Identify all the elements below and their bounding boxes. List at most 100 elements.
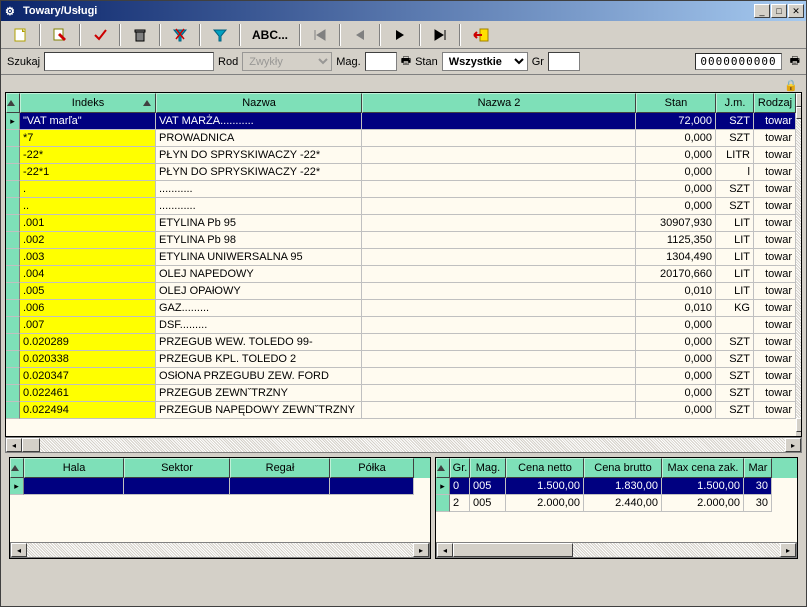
row-header[interactable] <box>6 113 20 130</box>
col-header-stan[interactable]: Stan <box>636 93 716 113</box>
table-row[interactable]: 0.020289PRZEGUB WEW. TOLEDO 99-0,000SZTt… <box>6 334 796 351</box>
loc-header-regal[interactable]: Regał <box>230 458 330 478</box>
row-header[interactable] <box>6 147 20 164</box>
table-row[interactable]: 0.020338PRZEGUB KPL. TOLEDO 20,000SZTtow… <box>6 351 796 368</box>
col-header-rodzaj[interactable]: Rodzaj <box>754 93 796 113</box>
prev-button[interactable] <box>347 23 373 47</box>
row-header[interactable] <box>6 164 20 181</box>
filter-button[interactable] <box>207 23 233 47</box>
new-button[interactable] <box>7 23 33 47</box>
cell-nazwa: ETYLINA Pb 98 <box>156 232 362 249</box>
row-header[interactable] <box>6 351 20 368</box>
row-header[interactable] <box>6 317 20 334</box>
price-header-gr[interactable]: Gr. <box>450 458 470 478</box>
cell-max: 1.500,00 <box>662 478 744 495</box>
row-header[interactable] <box>6 249 20 266</box>
cell-nazwa2 <box>362 113 636 130</box>
row-header[interactable] <box>6 130 20 147</box>
location-grid-body[interactable] <box>10 478 430 542</box>
maximize-button[interactable]: □ <box>771 4 787 18</box>
szukaj-input[interactable] <box>44 52 214 71</box>
delete-button[interactable] <box>127 23 153 47</box>
price-grid-body[interactable]: 00051.500,001.830,001.500,003020052.000,… <box>436 478 797 542</box>
row-header[interactable] <box>6 266 20 283</box>
row-header[interactable] <box>6 300 20 317</box>
gr-label: Gr <box>532 56 544 68</box>
price-header-mag[interactable]: Mag. <box>470 458 506 478</box>
table-row[interactable]: .004OLEJ NAPEDOWY20170,660LITtowar <box>6 266 796 283</box>
cell-rodzaj: towar <box>754 300 796 317</box>
gr-input[interactable] <box>548 52 580 71</box>
table-row[interactable]: .007DSF.........0,000towar <box>6 317 796 334</box>
lock-icon[interactable]: 🔒 <box>784 79 798 92</box>
row-header[interactable] <box>6 334 20 351</box>
row-header[interactable] <box>436 495 450 512</box>
cell-stan: 0,000 <box>636 351 716 368</box>
confirm-button[interactable] <box>87 23 113 47</box>
row-header[interactable] <box>436 478 450 495</box>
loc-header-sektor[interactable]: Sektor <box>124 458 230 478</box>
table-row[interactable]: "VAT marľa"VAT MARŻA...........72,000SZT… <box>6 113 796 130</box>
price-selector-header[interactable] <box>436 458 450 478</box>
edit-button[interactable] <box>47 23 73 47</box>
row-header[interactable] <box>10 478 24 495</box>
first-button[interactable] <box>307 23 333 47</box>
loc-header-hala[interactable]: Hala <box>24 458 124 478</box>
filter-off-button[interactable] <box>167 23 193 47</box>
col-header-nazwa2[interactable]: Nazwa 2 <box>362 93 636 113</box>
table-row[interactable]: 0.022494PRZEGUB NAPĘDOWY ZEWNˇTRZNY0,000… <box>6 402 796 419</box>
loc-hscrollbar[interactable]: ◂▸ <box>10 542 430 558</box>
row-header[interactable] <box>6 283 20 300</box>
table-row[interactable]: 0.022461PRZEGUB ZEWNˇTRZNY0,000SZTtowar <box>6 385 796 402</box>
table-row[interactable]: .001ETYLINA Pb 9530907,930LITtowar <box>6 215 796 232</box>
row-header[interactable] <box>6 181 20 198</box>
row-selector-header[interactable] <box>6 93 20 113</box>
loc-selector-header[interactable] <box>10 458 24 478</box>
price-hscrollbar[interactable]: ◂▸ <box>436 542 797 558</box>
table-row[interactable]: -22*PŁYN DO SPRYSKIWACZY -22*0,000LITRto… <box>6 147 796 164</box>
table-row[interactable]: .002ETYLINA Pb 981125,350LITtowar <box>6 232 796 249</box>
print-icon[interactable]: 🖶 <box>790 52 800 71</box>
hscrollbar[interactable]: ◂ ▸ <box>5 437 802 453</box>
row-header[interactable] <box>6 402 20 419</box>
price-row[interactable]: 00051.500,001.830,001.500,0030 <box>436 478 797 495</box>
cell-rodzaj: towar <box>754 147 796 164</box>
last-button[interactable] <box>427 23 453 47</box>
row-header[interactable] <box>6 385 20 402</box>
table-row[interactable]: ............0,000SZTtowar <box>6 181 796 198</box>
loc-header-polka[interactable]: Półka <box>330 458 414 478</box>
table-row[interactable]: .003ETYLINA UNIWERSALNA 951304,490LITtow… <box>6 249 796 266</box>
main-grid-body[interactable]: "VAT marľa"VAT MARŻA...........72,000SZT… <box>6 113 796 436</box>
table-row[interactable]: 0.020347OSłONA PRZEGUBU ZEW. FORD0,000SZ… <box>6 368 796 385</box>
stan-select[interactable]: Wszystkie <box>442 52 528 71</box>
row-header[interactable] <box>6 215 20 232</box>
table-row[interactable]: .005OLEJ OPAłOWY0,010LITtowar <box>6 283 796 300</box>
row-header[interactable] <box>6 232 20 249</box>
price-header-netto[interactable]: Cena netto <box>506 458 584 478</box>
price-header-max[interactable]: Max cena zak. <box>662 458 744 478</box>
col-header-nazwa[interactable]: Nazwa <box>156 93 362 113</box>
next-button[interactable] <box>387 23 413 47</box>
table-row[interactable]: -22*1PŁYN DO SPRYSKIWACZY -22*0,000ltowa… <box>6 164 796 181</box>
price-header-marz[interactable]: Mar <box>744 458 772 478</box>
row-header[interactable] <box>6 198 20 215</box>
col-header-indeks[interactable]: Indeks <box>20 93 156 113</box>
col-header-jm[interactable]: J.m. <box>716 93 754 113</box>
cell-stan: 0,010 <box>636 300 716 317</box>
table-row[interactable]: .006GAZ.........0,010KGtowar <box>6 300 796 317</box>
minimize-button[interactable]: _ <box>754 4 770 18</box>
row-header[interactable] <box>6 368 20 385</box>
cell-rodzaj: towar <box>754 283 796 300</box>
cell-stan: 0,000 <box>636 334 716 351</box>
close-button[interactable]: ✕ <box>788 4 804 18</box>
mag-input[interactable] <box>365 52 397 71</box>
exit-button[interactable] <box>467 23 495 47</box>
price-header-brutto[interactable]: Cena brutto <box>584 458 662 478</box>
price-row[interactable]: 20052.000,002.440,002.000,0030 <box>436 495 797 512</box>
table-row[interactable]: *7PROWADNICA0,000SZTtowar <box>6 130 796 147</box>
loc-row[interactable] <box>10 478 430 495</box>
vscrollbar[interactable]: ▴ ▾ <box>796 93 801 436</box>
table-row[interactable]: ..............0,000SZTtowar <box>6 198 796 215</box>
abc-button[interactable]: ABC... <box>247 23 293 47</box>
mag-lookup-icon[interactable]: 🖶 <box>401 52 411 71</box>
